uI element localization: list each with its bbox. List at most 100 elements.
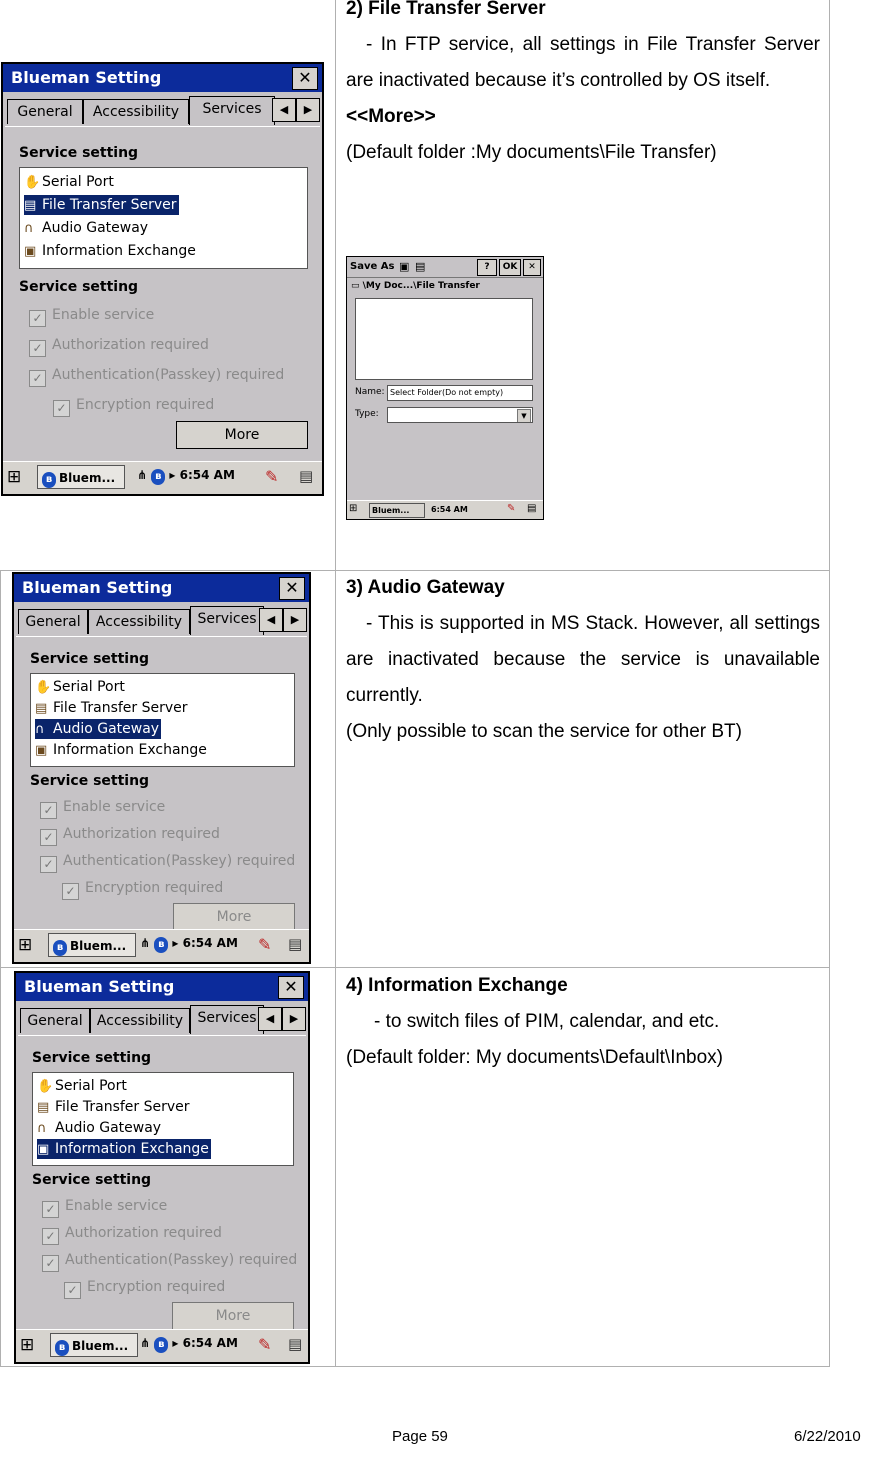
taskbar-task-button[interactable]: ʙ Bluem...	[50, 1333, 138, 1357]
authentication-checkbox[interactable]: ✓ Authentication(Passkey) required	[42, 1252, 297, 1272]
service-item-file-transfer[interactable]: ▤ File Transfer Server	[37, 1097, 192, 1117]
dialog-body: Service setting ✋ Serial Port ▤ File Trans…	[18, 1035, 306, 1330]
keyboard-icon[interactable]: ✎	[265, 467, 278, 486]
table-border	[829, 0, 830, 570]
scroll-left-icon[interactable]: ◀	[259, 608, 283, 632]
more-button[interactable]: More	[172, 1302, 294, 1330]
scroll-left-icon[interactable]: ◀	[272, 98, 296, 122]
section-heading: 3) Audio Gateway	[346, 577, 505, 598]
authorization-checkbox[interactable]: ✓ Authorization required	[40, 826, 220, 846]
service-label: Serial Port	[53, 679, 125, 695]
check-icon: ✓	[40, 829, 57, 846]
tab-general[interactable]: General	[7, 99, 83, 124]
tab-services[interactable]: Services	[189, 96, 275, 125]
keyboard-icon[interactable]: ✎	[258, 1335, 271, 1354]
service-item-information-exchange[interactable]: ▣ Information Exchange	[24, 241, 198, 261]
close-button[interactable]: ✕	[292, 67, 318, 90]
windows-switch-icon[interactable]: ▤	[527, 503, 536, 514]
authorization-checkbox[interactable]: ✓ Authorization required	[42, 1225, 222, 1245]
service-label: Audio Gateway	[55, 1120, 162, 1136]
chevron-down-icon[interactable]: ▼	[517, 409, 531, 422]
section-paragraph: - to switch files of PIM, calendar, and …	[374, 1011, 720, 1032]
headset-icon: ∩	[35, 722, 45, 737]
service-item-serial-port[interactable]: ✋ Serial Port	[24, 172, 116, 192]
section-label: Service setting	[32, 1172, 152, 1188]
windows-switch-icon[interactable]: ▤	[288, 1335, 302, 1353]
service-item-audio-gateway[interactable]: ∩ Audio Gateway	[35, 719, 162, 739]
close-button[interactable]: ✕	[523, 259, 541, 276]
dialog-title: Blueman Setting	[14, 574, 309, 602]
service-item-audio-gateway[interactable]: ∩ Audio Gateway	[24, 218, 150, 238]
keyboard-icon[interactable]: ✎	[258, 935, 271, 954]
tab-services[interactable]: Services	[190, 606, 264, 635]
bluetooth-icon[interactable]: ʙ	[154, 1337, 169, 1353]
table-border	[829, 570, 830, 967]
check-icon: ✓	[42, 1228, 59, 1245]
service-label: Audio Gateway	[53, 721, 160, 737]
start-icon[interactable]: ⊞	[7, 467, 21, 487]
authentication-checkbox[interactable]: ✓ Authentication(Passkey) required	[40, 853, 295, 873]
tab-accessibility[interactable]: Accessibility	[88, 609, 190, 634]
handshake-icon: ✋	[35, 680, 52, 695]
tab-accessibility[interactable]: Accessibility	[83, 99, 189, 124]
new-folder-icon[interactable]: ▤	[415, 260, 425, 273]
scroll-right-icon[interactable]: ▶	[282, 1007, 306, 1031]
encryption-checkbox[interactable]: ✓ Encryption required	[64, 1279, 225, 1299]
bluetooth-icon[interactable]: ʙ	[154, 937, 169, 953]
up-folder-icon[interactable]: ▣	[399, 260, 409, 273]
tab-general[interactable]: General	[18, 609, 88, 634]
enable-service-checkbox[interactable]: ✓ Enable service	[40, 799, 165, 819]
more-button[interactable]: More	[176, 421, 308, 449]
taskbar-task-button[interactable]: Bluem...	[369, 503, 425, 518]
service-item-file-transfer[interactable]: ▤ File Transfer Server	[35, 698, 190, 718]
authentication-checkbox[interactable]: ✓ Authentication(Passkey) required	[29, 367, 284, 387]
folder-icon: ▤	[24, 198, 37, 213]
service-item-information-exchange[interactable]: ▣ Information Exchange	[37, 1139, 211, 1159]
scroll-left-icon[interactable]: ◀	[258, 1007, 282, 1031]
windows-switch-icon[interactable]: ▤	[299, 467, 313, 485]
authorization-checkbox[interactable]: ✓ Authorization required	[29, 337, 209, 357]
service-item-information-exchange[interactable]: ▣ Information Exchange	[35, 740, 209, 760]
start-icon[interactable]: ⊞	[18, 935, 32, 955]
enable-service-checkbox[interactable]: ✓ Enable service	[29, 307, 154, 327]
checkbox-label: Enable service	[65, 1198, 168, 1214]
section-paragraph: - In FTP service, all settings in File T…	[346, 34, 820, 91]
start-icon[interactable]: ⊞	[349, 503, 357, 514]
scroll-right-icon[interactable]: ▶	[283, 608, 307, 632]
enable-service-checkbox[interactable]: ✓ Enable service	[42, 1198, 167, 1218]
close-button[interactable]: ✕	[278, 976, 304, 999]
service-item-audio-gateway[interactable]: ∩ Audio Gateway	[37, 1118, 163, 1138]
footer-date: 6/22/2010	[794, 1428, 861, 1445]
start-icon[interactable]: ⊞	[20, 1335, 34, 1355]
scroll-right-icon[interactable]: ▶	[296, 98, 320, 122]
bluetooth-icon[interactable]: ʙ	[151, 469, 166, 485]
blueman-setting-dialog: Blueman Setting ✕ General Accessibility …	[1, 62, 324, 496]
keyboard-icon[interactable]: ✎	[507, 503, 515, 514]
name-field[interactable]: Select Folder(Do not empty)	[387, 385, 533, 401]
help-button[interactable]: ?	[477, 259, 497, 276]
tab-general[interactable]: General	[20, 1008, 90, 1033]
taskbar-task-button[interactable]: ʙ Bluem...	[48, 933, 136, 957]
tab-services[interactable]: Services	[190, 1005, 264, 1034]
encryption-checkbox[interactable]: ✓ Encryption required	[53, 397, 214, 417]
section-heading: 2) File Transfer Server	[346, 0, 546, 19]
service-item-serial-port[interactable]: ✋ Serial Port	[37, 1076, 129, 1096]
name-label: Name:	[355, 387, 385, 397]
windows-switch-icon[interactable]: ▤	[288, 935, 302, 953]
check-icon: ✓	[42, 1201, 59, 1218]
service-item-serial-port[interactable]: ✋ Serial Port	[35, 677, 127, 697]
service-item-file-transfer[interactable]: ▤ File Transfer Server	[24, 195, 179, 215]
encryption-checkbox[interactable]: ✓ Encryption required	[62, 880, 223, 900]
taskbar-task-button[interactable]: ʙ Bluem...	[37, 465, 125, 489]
close-button[interactable]: ✕	[279, 577, 305, 600]
clock: 6:54 AM	[431, 505, 468, 514]
clock: 6:54 AM	[179, 468, 235, 482]
type-select[interactable]: ▼	[387, 407, 533, 423]
file-list[interactable]	[355, 298, 533, 380]
tab-accessibility[interactable]: Accessibility	[90, 1008, 190, 1033]
ok-button[interactable]: OK	[499, 259, 521, 276]
more-button[interactable]: More	[173, 903, 295, 931]
save-as-titlebar: Save As ▣ ▤ ? OK ✕	[347, 257, 543, 278]
bluetooth-icon: ʙ	[55, 1340, 69, 1356]
check-icon: ✓	[53, 400, 70, 417]
